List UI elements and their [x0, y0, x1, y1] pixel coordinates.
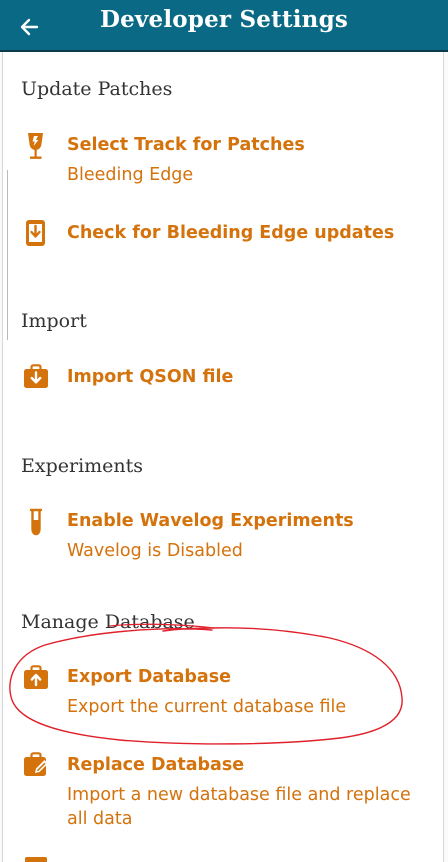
section-title-experiments: Experiments — [21, 455, 144, 477]
item-subtitle: Import a new database file and replace a… — [67, 785, 411, 829]
settings-item-partial[interactable] — [3, 857, 443, 862]
briefcase-download-icon — [24, 364, 48, 388]
test-tube-icon — [29, 508, 43, 536]
section-title-manage-database: Manage Database — [21, 611, 195, 633]
item-title: Replace Database — [67, 755, 245, 775]
page-title: Developer Settings — [99, 6, 349, 33]
briefcase-edit-icon — [24, 752, 48, 776]
item-title: Check for Bleeding Edge updates — [67, 223, 395, 243]
settings-item-replace-database[interactable]: Replace Database Import a new database f… — [3, 750, 443, 840]
section-title-import: Import — [21, 310, 87, 332]
briefcase-upload-icon — [24, 665, 48, 689]
item-subtitle: Bleeding Edge — [67, 165, 194, 185]
phone-download-icon — [26, 220, 45, 246]
partial-icon — [25, 857, 47, 862]
settings-item-import-qson[interactable]: Import QSON file — [3, 362, 443, 398]
section-title-update-patches: Update Patches — [21, 78, 173, 100]
item-title: Enable Wavelog Experiments — [67, 511, 354, 531]
settings-item-export-database[interactable]: Export Database Export the current datab… — [3, 662, 443, 724]
settings-item-wavelog[interactable]: Enable Wavelog Experiments Wavelog is Di… — [3, 506, 443, 568]
item-title: Import QSON file — [67, 367, 234, 387]
cup-icon — [28, 133, 43, 159]
settings-item-check-updates[interactable]: Check for Bleeding Edge updates — [3, 218, 443, 254]
item-subtitle: Export the current database file — [67, 697, 347, 717]
settings-item-select-track[interactable]: Select Track for Patches Bleeding Edge — [3, 130, 443, 192]
item-title: Export Database — [67, 667, 232, 687]
item-title: Select Track for Patches — [67, 135, 305, 155]
app-bar: Developer Settings — [0, 0, 448, 52]
scroll-edge — [3, 170, 8, 340]
settings-list[interactable]: Update Patches Select Track for Patches … — [2, 52, 444, 862]
item-subtitle: Wavelog is Disabled — [67, 541, 243, 561]
